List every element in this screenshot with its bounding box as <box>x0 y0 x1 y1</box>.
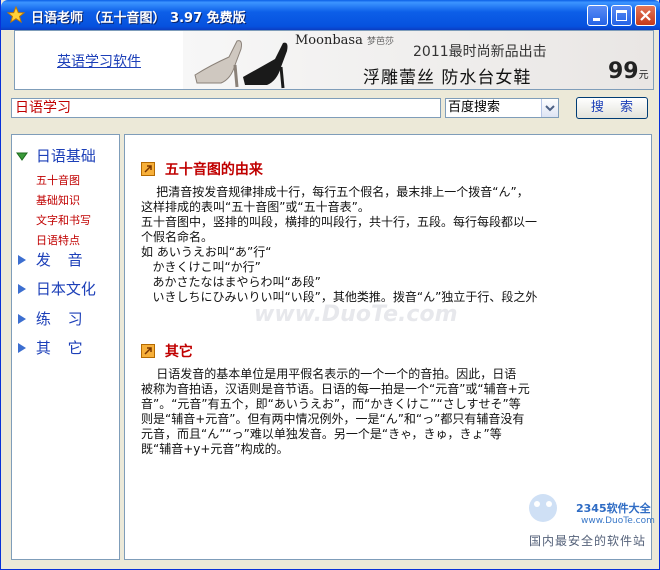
ad-subline: 浮雕蕾丝 防水台女鞋 <box>363 68 532 88</box>
paragraph-line: あかさたなはまやらわ叫“あ段” <box>141 275 321 289</box>
search-button[interactable]: 搜 索 <box>576 97 648 119</box>
shoe-image-icon <box>194 40 288 89</box>
section-heading: 其它 <box>141 341 193 361</box>
collapsed-arrow-icon <box>18 283 26 294</box>
sidebar: 日语基础 五十音图 基础知识 文字和书写 日语特点 发 音 日本文化 练 习 其… <box>11 134 120 560</box>
paragraph-line: 这样排成的表叫“五十音图”或“五十音表”。 <box>141 200 370 214</box>
minimize-button[interactable] <box>587 5 608 26</box>
window-title: 日语老师 （五十音图） 3.97 免费版 <box>31 11 246 26</box>
sidebar-item-pronunciation[interactable]: 发 音 <box>16 249 89 269</box>
paragraph-line: 音”。“元音”有五个，即“あいうえお”，而“かきくけこ”“さしすせそ”等 <box>141 397 521 411</box>
paragraph-line: 把清音按发音规律排成十行，每行五个假名，最末排上一个拨音“ん”， <box>141 185 529 199</box>
watermark-center: www.DuoTe.com <box>254 302 458 327</box>
section-heading: 五十音图的由来 <box>141 159 263 179</box>
bullet-arrow-icon <box>141 162 155 176</box>
section-body-kana-origin: 把清音按发音规律排成十行，每行五个假名，最末排上一个拨音“ん”， 这样排成的表叫“… <box>141 185 641 305</box>
banner: 英语学习软件 Moonbasa 梦芭莎 2011最时尚新品出击 浮雕蕾丝 防水台… <box>14 30 654 90</box>
minimize-icon <box>593 18 600 21</box>
search-input[interactable]: 日语学习 <box>11 98 441 118</box>
expanded-arrow-icon <box>16 152 28 161</box>
sidebar-item-culture[interactable]: 日本文化 <box>16 278 96 298</box>
close-icon <box>640 10 651 21</box>
paragraph-line: 如 あいうえお叫“あ”行“ <box>141 245 272 259</box>
paragraph-line: 五十音图中，竖排的叫段，横排的叫段行，共十行，五段。每行每段都以一 <box>141 215 538 229</box>
ad-banner[interactable]: Moonbasa 梦芭莎 2011最时尚新品出击 浮雕蕾丝 防水台女鞋 99元 <box>183 31 653 89</box>
title-bar[interactable]: 日语老师 （五十音图） 3.97 免费版 <box>1 0 660 30</box>
section-body-other: 日语发音的基本单位是用平假名表示的一个一个的音拍。因此，日语 被称为音拍语，汉语则… <box>141 367 641 457</box>
watermark-slogan: 国内最安全的软件站 <box>529 534 647 548</box>
collapsed-arrow-icon <box>18 254 26 265</box>
paragraph-line: 则是“辅音+元音”。但有两中情况例外，一是“ん”和“っ”都只有辅音没有 <box>141 412 525 426</box>
paragraph-line: 元音，而且“ん”“っ”难以单独发音。另一个是“きゃ，きゅ，きょ”等 <box>141 427 502 441</box>
paragraph-line: 日语发音的基本单位是用平假名表示的一个一个的音拍。因此，日语 <box>141 367 517 381</box>
sidebar-subitem-features[interactable]: 日语特点 <box>36 232 80 248</box>
close-button[interactable] <box>635 5 656 26</box>
search-bar: 日语学习 百度搜索 搜 索 <box>4 96 656 122</box>
collapsed-arrow-icon <box>18 342 26 353</box>
sidebar-item-other[interactable]: 其 它 <box>16 337 89 357</box>
sidebar-subitem-writing[interactable]: 文字和书写 <box>36 212 91 228</box>
maximize-icon <box>616 10 627 21</box>
search-engine-value: 百度搜索 <box>448 100 501 115</box>
dropdown-arrow-icon[interactable] <box>541 99 558 117</box>
bullet-arrow-icon <box>141 344 155 358</box>
sidebar-subitem-kana-chart[interactable]: 五十音图 <box>36 172 80 188</box>
collapsed-arrow-icon <box>18 313 26 324</box>
star-icon <box>7 6 25 24</box>
paragraph-line: 既“辅音+y+元音”构成的。 <box>141 442 289 456</box>
sidebar-item-basics[interactable]: 日语基础 <box>16 145 96 165</box>
english-software-link[interactable]: 英语学习软件 <box>57 51 141 71</box>
paragraph-line: 个假名命名。 <box>141 230 214 244</box>
ad-headline: 2011最时尚新品出击 <box>413 44 547 60</box>
sidebar-subitem-basic-knowledge[interactable]: 基础知识 <box>36 192 80 208</box>
sidebar-item-practice[interactable]: 练 习 <box>16 308 89 328</box>
watermark-site: 2345软件大全 <box>576 502 651 515</box>
watermark-url: www.DuoTe.com <box>581 516 655 526</box>
ad-brand: Moonbasa 梦芭莎 <box>295 33 394 48</box>
paragraph-line: 被称为音拍语，汉语则是音节语。日语的每一拍是一个“元音”或“辅音+元 <box>141 382 530 396</box>
app-window: 日语老师 （五十音图） 3.97 免费版 英语学习软件 Moonbasa 梦芭莎… <box>0 0 660 570</box>
ad-price: 99元 <box>608 59 649 84</box>
maximize-button[interactable] <box>611 5 632 26</box>
search-engine-select[interactable]: 百度搜索 <box>445 98 559 118</box>
paragraph-line: かきくけこ叫“か行” <box>141 260 261 274</box>
